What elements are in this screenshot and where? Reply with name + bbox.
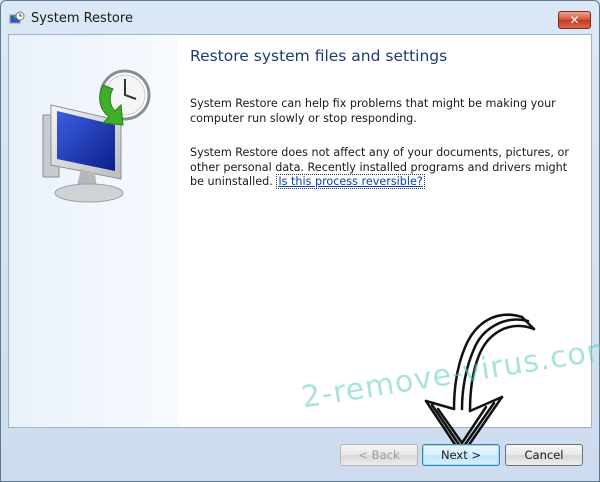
title-bar[interactable]: System Restore ✕ bbox=[1, 1, 599, 35]
cancel-button[interactable]: Cancel bbox=[505, 444, 583, 466]
button-bar: < Back Next > Cancel bbox=[8, 428, 592, 474]
notice-paragraph: System Restore does not affect any of yo… bbox=[190, 146, 570, 190]
next-button[interactable]: Next > bbox=[422, 444, 500, 466]
description-paragraph: System Restore can help fix problems tha… bbox=[190, 97, 556, 125]
back-button[interactable]: < Back bbox=[340, 444, 418, 466]
close-button[interactable]: ✕ bbox=[558, 11, 591, 29]
left-panel bbox=[9, 35, 179, 427]
system-restore-icon bbox=[9, 11, 25, 24]
system-restore-window: System Restore ✕ Restore system files an… bbox=[0, 0, 600, 482]
system-restore-hero-icon bbox=[42, 69, 151, 203]
page-heading: Restore system files and settings bbox=[190, 47, 448, 65]
reversible-help-link[interactable]: Is this process reversible? bbox=[276, 174, 425, 189]
window-title: System Restore bbox=[31, 11, 133, 26]
